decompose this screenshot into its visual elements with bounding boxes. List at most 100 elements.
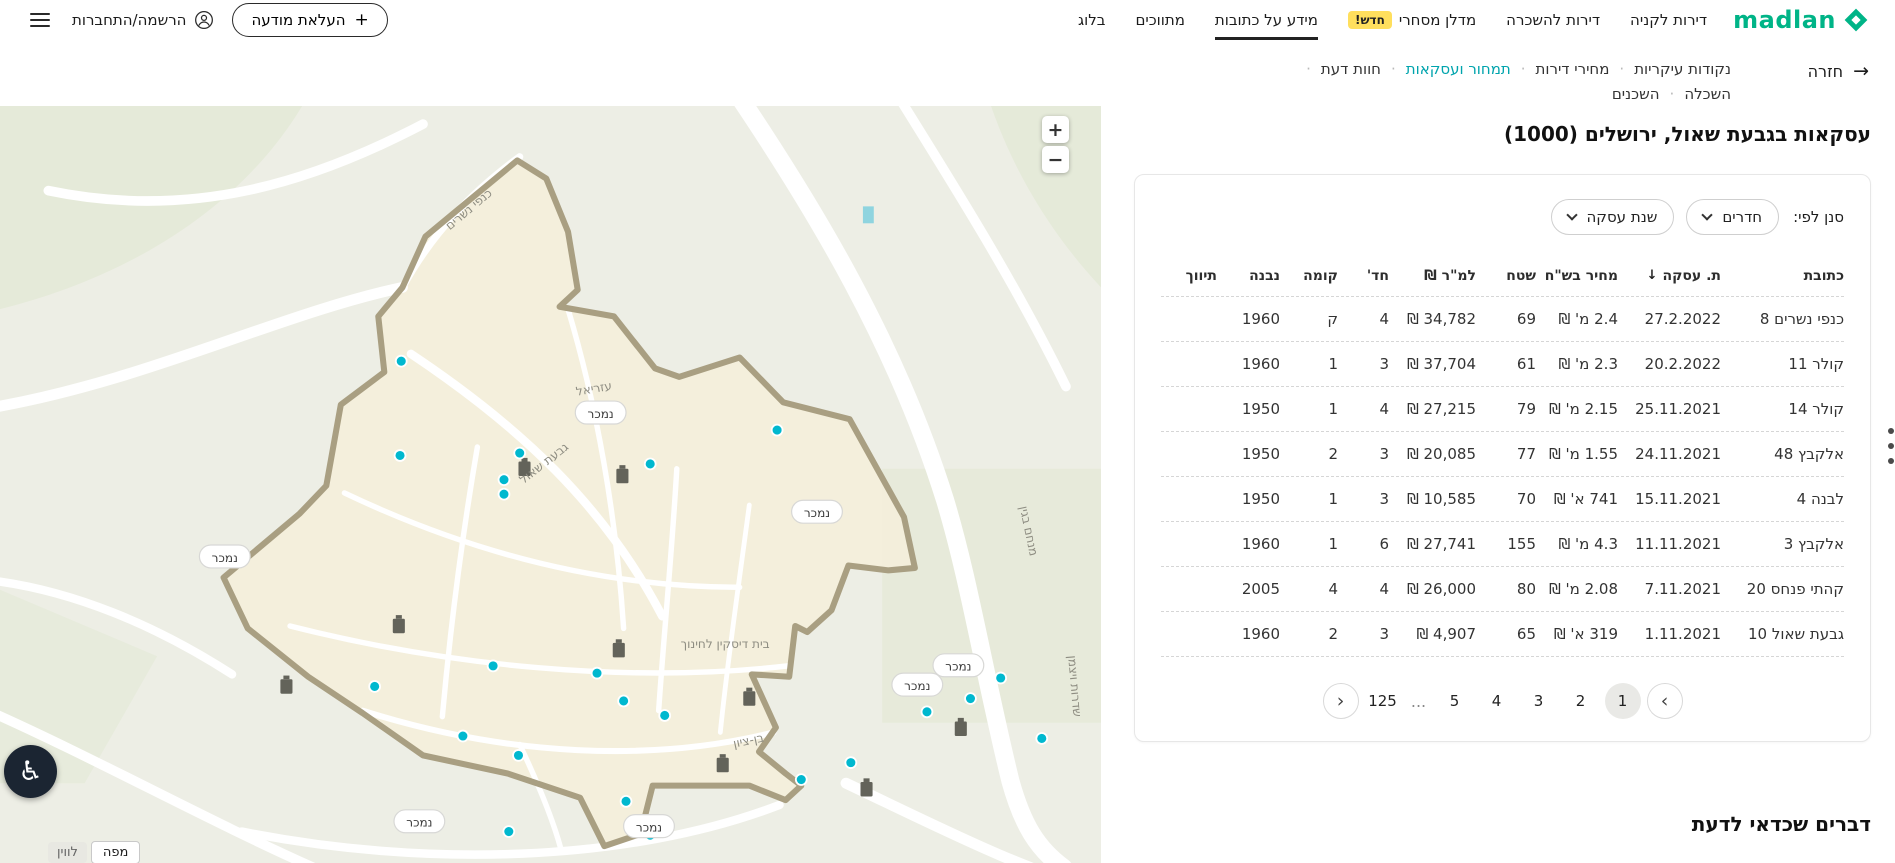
filter-dropdown-2[interactable]: שנת עסקה xyxy=(1550,199,1675,235)
listing-dot[interactable] xyxy=(456,729,470,743)
separator-dot: · xyxy=(1390,60,1396,78)
subnav-item-6[interactable]: השכנים xyxy=(1612,85,1660,103)
table-row[interactable]: גבעת שאול 10 1.11.2021 319 א' ₪ 65 4,907 ₪ 3 2… xyxy=(1161,612,1844,657)
sold-marker-label: נמכר xyxy=(212,551,238,565)
listing-dot[interactable] xyxy=(643,457,657,471)
zoom-out-button[interactable]: − xyxy=(1042,146,1069,173)
page-button-125[interactable]: 125 xyxy=(1365,683,1401,719)
listing-dot[interactable] xyxy=(617,694,630,708)
sold-marker[interactable]: נמכר xyxy=(393,809,446,834)
listing-dot[interactable] xyxy=(497,473,511,487)
menu-button[interactable] xyxy=(26,9,54,31)
column-header-9[interactable]: תיווך xyxy=(1159,268,1217,284)
page-button-1[interactable]: 1 xyxy=(1604,683,1641,719)
nav-item-3[interactable]: מדלן מסחרי חדש! xyxy=(1347,0,1476,40)
listing-dot[interactable] xyxy=(1035,732,1049,745)
chevron-down-icon xyxy=(1701,209,1713,221)
prev-page-button[interactable]: ‹ xyxy=(1322,683,1359,719)
table-row[interactable]: אלקבץ 3 11.11.2021 4.3 מ' ₪ 155 27,741 ₪ 6 1 19… xyxy=(1161,522,1844,567)
subnav-item-1[interactable]: נקודות עיקריות xyxy=(1634,60,1731,78)
cell-col-2: 1.11.2021 xyxy=(1644,625,1721,643)
login-button[interactable]: הרשמה/התחברות xyxy=(72,10,214,30)
listing-dot[interactable] xyxy=(920,705,934,719)
page-button-3[interactable]: 3 xyxy=(1521,683,1557,719)
cell-col-8: 1960 xyxy=(1241,535,1280,553)
page-button-4[interactable]: 4 xyxy=(1479,683,1515,719)
next-page-button[interactable]: › xyxy=(1646,683,1683,719)
cell-col-1: קולר 11 xyxy=(1788,355,1844,373)
nav-item-6[interactable]: בלוג xyxy=(1078,0,1105,40)
zoom-in-button[interactable]: + xyxy=(1042,116,1069,143)
table-row[interactable]: קולר 11 20.2.2022 2.3 מ' ₪ 61 37,704 ₪ 3 1 1960 xyxy=(1161,342,1844,387)
cell-col-6: 4 xyxy=(1379,400,1389,418)
table-row[interactable]: קהתי פנחס 20 7.11.2021 2.08 מ' ₪ 80 26,000 ₪… xyxy=(1161,567,1844,612)
column-header-2[interactable]: ת. עסקה ↓ xyxy=(1618,268,1721,284)
map-view-button[interactable]: מפה xyxy=(90,841,141,863)
listing-dot[interactable] xyxy=(394,354,408,368)
listing-dot[interactable] xyxy=(994,671,1008,685)
subnav-item-3[interactable]: תמחור ועסקאות xyxy=(1406,60,1511,78)
cell-col-6: 4 xyxy=(1379,580,1389,598)
listing-dot[interactable] xyxy=(502,825,516,838)
subnav-item-2[interactable]: מחירי דירות xyxy=(1536,60,1610,78)
column-header-3[interactable]: מחיר בש"ח xyxy=(1536,268,1618,284)
subnav-item-4[interactable]: חוות דעת xyxy=(1321,60,1381,78)
cell-col-3: 741 א' ₪ xyxy=(1553,490,1618,508)
post-ad-button[interactable]: + העלאת מודעה xyxy=(232,3,388,37)
cell-col-1: גבעת שאול 10 xyxy=(1748,625,1844,643)
back-button[interactable]: → חזרה xyxy=(1808,60,1869,82)
sold-marker[interactable]: נמכר xyxy=(198,544,251,569)
listing-dot[interactable] xyxy=(590,666,604,680)
sold-marker[interactable]: נמכר xyxy=(791,499,843,524)
column-header-label: חד' xyxy=(1366,267,1389,284)
nav-item-4[interactable]: מידע על כתובות xyxy=(1214,0,1318,40)
listing-dot[interactable] xyxy=(619,794,633,808)
listing-dot[interactable] xyxy=(486,659,500,673)
nav-item-5[interactable]: מתווכים xyxy=(1135,0,1184,40)
listing-dot[interactable] xyxy=(513,446,527,460)
column-header-1[interactable]: כתובת xyxy=(1721,268,1844,284)
table-row[interactable]: אלקבץ 48 24.11.2021 1.55 מ' ₪ 77 20,085 ₪ 3 2 1… xyxy=(1161,432,1844,477)
cell-col-1: קהתי פנחס 20 xyxy=(1746,580,1844,598)
column-header-8[interactable]: נבנה xyxy=(1217,268,1280,284)
column-header-6[interactable]: חד' xyxy=(1338,268,1389,284)
table-row[interactable]: קולר 14 25.11.2021 2.15 מ' ₪ 79 27,215 ₪ 4 1 19… xyxy=(1161,387,1844,432)
listing-dot[interactable] xyxy=(368,680,381,693)
table-row[interactable]: לבנה 4 15.11.2021 741 א' ₪ 70 10,585 ₪ 3 1 1950 xyxy=(1161,477,1844,522)
cell-col-7: 1 xyxy=(1328,400,1338,418)
filter-dropdown-1[interactable]: חדרים xyxy=(1686,199,1780,235)
column-header-4[interactable]: שטח xyxy=(1476,268,1536,284)
cell-col-2: 11.11.2021 xyxy=(1635,535,1721,553)
listing-dot[interactable] xyxy=(658,709,672,722)
top-header: madlan דירות לקניה דירות להשכרה מדלן מסחרי… xyxy=(0,0,1895,40)
cell-col-6: 3 xyxy=(1379,445,1389,463)
scroll-dot xyxy=(1888,458,1894,464)
brand-logo[interactable]: madlan xyxy=(1733,6,1869,34)
page-button-5[interactable]: 5 xyxy=(1437,683,1473,719)
cell-col-7: 1 xyxy=(1328,355,1338,373)
satellite-view-button[interactable]: לווין xyxy=(48,842,87,863)
sold-marker[interactable]: נמכר xyxy=(891,672,944,697)
sold-marker[interactable]: נמכר xyxy=(574,400,627,425)
column-header-label: קומה xyxy=(1303,267,1338,284)
sold-marker[interactable]: נמכר xyxy=(623,814,675,839)
listing-dot[interactable] xyxy=(497,487,511,501)
subnav-item-5[interactable]: השכלה xyxy=(1684,85,1731,103)
cell-col-6: 3 xyxy=(1379,625,1389,643)
listing-dot[interactable] xyxy=(770,423,784,437)
listing-dot[interactable] xyxy=(844,756,858,769)
accessibility-button[interactable]: ♿ xyxy=(4,745,57,798)
nav-item-2[interactable]: דירות להשכרה xyxy=(1506,0,1600,40)
table-row[interactable]: כנפי נשרים 8 27.2.2022 2.4 מ' ₪ 69 34,782 ₪ 4… xyxy=(1161,297,1844,342)
column-header-7[interactable]: קומה xyxy=(1280,268,1338,284)
column-header-5[interactable]: למ"ר ₪ xyxy=(1389,268,1476,284)
page-button-2[interactable]: 2 xyxy=(1563,683,1599,719)
map-canvas[interactable]: כנפי נשריםעזריאלגבעת שאולבן-ציוןבית דיסק… xyxy=(0,106,1101,863)
listing-dot[interactable] xyxy=(964,692,977,705)
filter-dropdown-label: חדרים xyxy=(1722,208,1763,226)
sold-marker[interactable]: נמכר xyxy=(932,653,985,678)
listing-dot[interactable] xyxy=(393,449,407,462)
listing-dot[interactable] xyxy=(512,749,525,762)
listing-dot[interactable] xyxy=(794,773,808,786)
nav-item-1[interactable]: דירות לקניה xyxy=(1630,0,1707,40)
